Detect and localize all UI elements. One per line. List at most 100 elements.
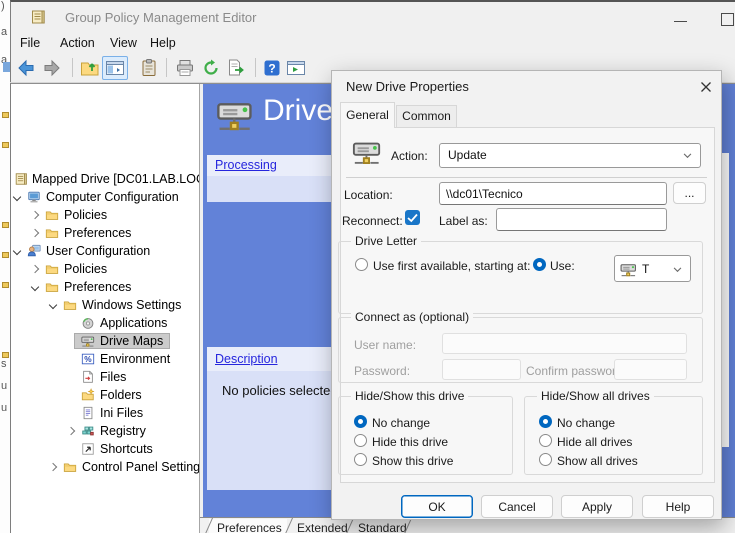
this-no-change-radio[interactable] [354,415,367,428]
maximize-button[interactable] [710,8,735,30]
tree-item-label: Drive Maps [100,332,163,350]
help-button[interactable] [262,58,282,78]
tree-item-preferences[interactable]: Preferences [11,224,199,242]
use-radio[interactable] [533,258,546,271]
new-window-button[interactable] [286,58,306,78]
connect-as-group-label: Connect as (optional) [351,310,473,324]
reconnect-checkbox[interactable] [405,210,420,225]
tree-item-registry[interactable]: Registry [11,422,199,440]
forward-button[interactable] [42,58,62,78]
hide-show-all-drives-group: Hide/Show all drives No change Hide all … [524,396,703,475]
tab-preferences[interactable]: Preferences [217,521,282,533]
processing-link[interactable]: Processing [215,158,277,172]
apply-button[interactable]: Apply [561,495,633,518]
tree-item-policies[interactable]: Policies [11,260,199,278]
tree-item-preferences[interactable]: Preferences [11,278,199,296]
tree-item-shortcuts[interactable]: Shortcuts [11,440,199,458]
sliver-text-fragment: s [1,358,7,370]
refresh-button[interactable] [201,58,221,78]
folder-icon-fragment [2,282,9,288]
hide-show-this-drive-group: Hide/Show this drive No change Hide this… [338,396,513,475]
menu-file[interactable]: File [20,36,40,50]
minimize-button[interactable] [665,10,695,30]
title-bar: Group Policy Management Editor [10,2,735,32]
applications-disc-icon [81,316,95,330]
chevron-open-icon[interactable] [13,247,21,255]
folder-icon [45,208,59,222]
tree-item-control-panel-settings[interactable]: Control Panel Setting [11,458,199,476]
drive-letter-select[interactable]: T [614,255,691,282]
tab-extended[interactable]: Extended [297,521,348,533]
tree-item-label: Ini Files [100,404,143,422]
dialog-title: New Drive Properties [346,79,469,94]
tree-item-folders[interactable]: Folders [11,386,199,404]
sliver-toolbar-fragment [3,62,10,72]
print-button[interactable] [175,58,195,78]
chevron-closed-icon[interactable] [31,229,39,237]
tree-item-environment[interactable]: Environment [11,350,199,368]
help-button[interactable]: Help [642,495,714,518]
location-input[interactable] [439,182,667,205]
tree-item-label: Applications [100,314,167,332]
all-no-change-radio[interactable] [539,415,552,428]
chevron-closed-icon[interactable] [49,463,57,471]
chevron-closed-icon[interactable] [31,211,39,219]
description-link[interactable]: Description [215,352,278,366]
password-label: Password: [354,364,410,378]
chevron-open-icon[interactable] [13,193,21,201]
tree-item-root[interactable]: Mapped Drive [DC01.LAB.LOCA [11,170,199,188]
chevron-closed-icon[interactable] [31,265,39,273]
chevron-open-icon[interactable] [31,283,39,291]
show-all-drives-radio[interactable] [539,453,552,466]
window-title: Group Policy Management Editor [65,10,256,25]
tree-item-windows-settings[interactable]: Windows Settings [11,296,199,314]
tree-item-computer-configuration[interactable]: Computer Configuration [11,188,199,206]
action-select[interactable]: Update [439,143,701,168]
hide-all-drives-radio[interactable] [539,434,552,447]
show-all-drives-label: Show all drives [557,454,638,468]
chevron-closed-icon[interactable] [67,427,75,435]
section-divider [346,177,707,178]
location-label: Location: [344,188,393,202]
tree-item-drive-maps[interactable]: Drive Maps [11,332,199,350]
tree-item-user-configuration[interactable]: User Configuration [11,242,199,260]
tree-item-files[interactable]: Files [11,368,199,386]
label-as-input[interactable] [496,208,667,231]
console-tree-pane: Mapped Drive [DC01.LAB.LOCA Computer Con… [11,84,200,533]
tab-common[interactable]: Common [396,105,457,127]
tree-item-label: Mapped Drive [DC01.LAB.LOCA [32,170,200,188]
use-first-available-label: Use first available, starting at: [373,259,530,273]
menu-view[interactable]: View [110,36,137,50]
tree-item-applications[interactable]: Applications [11,314,199,332]
tree-item-label: Control Panel Setting [82,458,200,476]
chevron-open-icon[interactable] [49,301,57,309]
tab-general[interactable]: General [340,102,395,128]
user-name-input [442,333,687,354]
gpo-scroll-icon [30,9,46,25]
drive-letter-group-label: Drive Letter [351,234,421,248]
tree-item-policies[interactable]: Policies [11,206,199,224]
tree-item-label: Environment [100,350,170,368]
back-button[interactable] [16,58,36,78]
close-button[interactable] [694,76,718,98]
browse-button[interactable]: ... [673,182,706,204]
cancel-button[interactable]: Cancel [481,495,553,518]
menu-help[interactable]: Help [150,36,176,50]
use-first-available-radio[interactable] [355,258,368,271]
folder-icon-fragment [2,142,9,148]
hide-this-drive-radio[interactable] [354,434,367,447]
up-one-level-button[interactable] [80,58,100,78]
screen: ) a a s u u Group Policy Management Edit… [0,0,735,533]
connect-as-group: Connect as (optional) User name: Passwor… [338,317,703,383]
clipboard-button[interactable] [139,58,159,78]
menu-bar: File Action View Help [10,32,735,55]
tab-standard[interactable]: Standard [358,521,407,533]
ok-button[interactable]: OK [401,495,473,518]
show-this-drive-radio[interactable] [354,453,367,466]
hide-all-drives-label: Hide all drives [557,435,632,449]
sliver-text-fragment: u [1,402,7,414]
computer-icon [27,190,41,204]
export-list-button[interactable] [226,58,246,78]
menu-action[interactable]: Action [60,36,95,50]
tree-item-ini-files[interactable]: Ini Files [11,404,199,422]
